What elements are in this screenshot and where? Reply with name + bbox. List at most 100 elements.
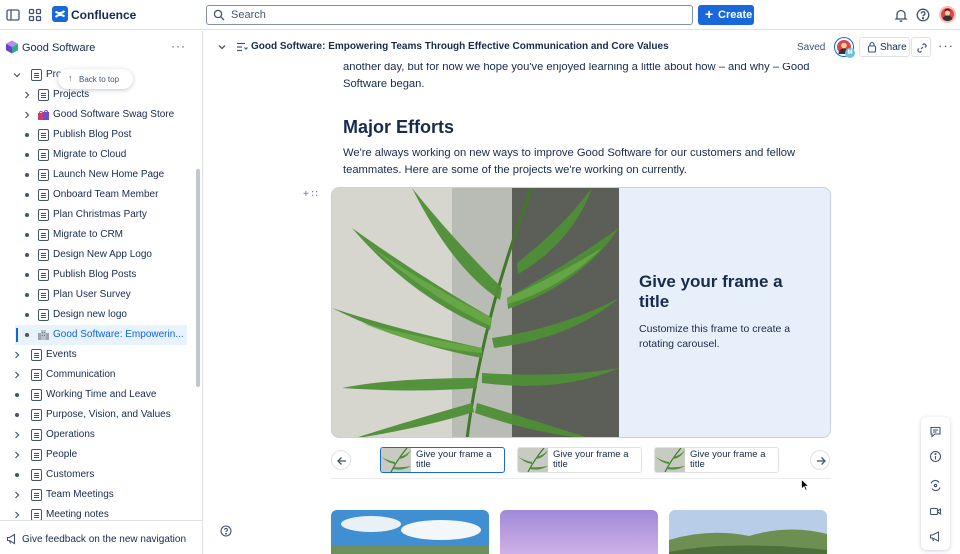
sidebar-item[interactable]: Launch New Home Page [0,165,195,185]
help-icon[interactable] [915,7,931,23]
bullet-icon [25,333,29,337]
bullet-icon [25,213,29,217]
page-icon [38,289,49,301]
carousel-next-button[interactable] [810,450,830,470]
confluence-logo-icon[interactable] [52,6,68,22]
coast-image-card[interactable] [331,510,489,554]
loop-icon[interactable] [929,479,942,492]
back-to-top-button[interactable]: ↑ Back to top [58,69,133,89]
sidebar-item[interactable]: Operations [0,425,195,445]
arrow-right-icon [817,457,826,465]
carousel-thumbnail[interactable]: Give your frame a title [380,447,505,473]
arrow-up-icon: ↑ [68,73,73,83]
sidebar-item[interactable]: Purpose, Vision, and Values [0,405,195,425]
sidebar-item-label: Plan User Survey [53,289,131,300]
sidebar-item[interactable]: People [0,445,195,465]
sidebar: Good Software ··· Pro Projects Good Softwa… [0,31,203,554]
search-input[interactable]: Search [206,5,693,25]
sidebar-item-label: Purpose, Vision, and Values [46,409,171,420]
sidebar-item-label: Onboard Team Member [53,189,159,200]
sidebar-item[interactable]: Communication [0,365,195,385]
sidebar-toggle-icon[interactable] [5,7,21,23]
thumbnail-image [655,448,685,472]
sidebar-item-label: Plan Christmas Party [53,209,147,220]
sidebar-item[interactable]: Publish Blog Posts [0,265,195,285]
page-icon [38,249,49,261]
sunset-image-card[interactable] [500,510,658,554]
space-more-options[interactable]: ··· [171,39,186,53]
sidebar-item-label: Events [46,349,77,360]
megaphone-icon[interactable] [929,530,942,543]
page-more-options[interactable]: ··· [938,38,954,53]
body-line-1: We're always working on new ways to impr… [343,147,796,159]
page-content: another day, but for now we hope you've … [204,63,960,554]
sidebar-item-label: Publish Blog Post [53,129,132,140]
sidebar-item[interactable]: Migrate to Cloud [0,145,195,165]
valley-image-card[interactable] [669,510,827,554]
user-avatar[interactable] [939,6,956,23]
sidebar-item[interactable]: Publish Blog Post [0,125,195,145]
video-icon[interactable] [929,505,942,518]
info-icon[interactable] [929,450,942,463]
page-icon [31,469,42,481]
sidebar-item[interactable]: Good Software: Empowerin... [15,325,187,345]
chevron-right-icon[interactable] [12,510,22,520]
page-icon [38,309,49,321]
chevron-down-icon[interactable] [217,42,227,52]
thumbnail-image [381,448,411,472]
app-switcher-icon[interactable] [27,7,43,23]
sidebar-item[interactable]: Design new logo [0,305,195,325]
share-button[interactable]: Share [859,37,910,57]
space-header[interactable]: Good Software ··· [0,31,202,63]
sidebar-item-label: Publish Blog Posts [53,269,137,280]
sidebar-item[interactable]: Plan User Survey [0,285,195,305]
arrow-left-icon [337,457,346,465]
app-name[interactable]: Confluence [71,8,136,22]
sidebar-item[interactable]: Design New App Logo [0,245,195,265]
chevron-right-icon[interactable] [22,110,32,120]
megaphone-icon [6,533,18,545]
carousel-thumbnail[interactable]: Give your frame a title [517,447,642,473]
chevron-right-icon[interactable] [12,490,22,500]
mouse-cursor-icon [801,479,809,491]
sidebar-item[interactable]: Team Meetings [0,485,195,505]
help-icon[interactable] [220,525,232,537]
sidebar-item[interactable]: Onboard Team Member [0,185,195,205]
page-icon [38,269,49,281]
page-title[interactable]: Good Software: Empowering Teams Through … [251,41,669,52]
bullet-icon [25,133,29,137]
frame-title[interactable]: Give your frame a title [639,272,809,312]
sidebar-item[interactable]: Events [0,345,195,365]
sidebar-item[interactable]: Migrate to CRM [0,225,195,245]
bell-icon[interactable] [893,7,909,23]
sidebar-item[interactable]: Good Software Swag Store [0,105,195,125]
create-button-label: Create [718,9,753,21]
carousel-thumbnail[interactable]: Give your frame a title [654,447,779,473]
section-heading: Major Efforts [343,117,455,137]
comment-icon[interactable] [929,425,942,438]
chevron-down-icon[interactable] [12,70,22,80]
sidebar-item[interactable]: Customers [0,465,195,485]
copy-link-button[interactable] [911,37,931,57]
feedback-link[interactable]: Give feedback on the new navigation [0,520,202,554]
chevron-right-icon[interactable] [12,350,22,360]
sidebar-item[interactable]: Working Time and Leave [0,385,195,405]
body-paragraph: We're always working on new ways to impr… [343,145,813,179]
chevron-right-icon[interactable] [12,370,22,380]
chevron-right-icon[interactable] [22,90,32,100]
sidebar-item-label: People [46,449,78,460]
carousel-frame[interactable]: Give your frame a title Customize this f… [331,187,831,438]
page-icon [38,229,49,241]
save-status: Saved [797,42,826,53]
chevron-right-icon[interactable] [12,430,22,440]
bullet-icon [25,313,29,317]
chevron-right-icon[interactable] [12,450,22,460]
page-icon [31,69,42,81]
frame-description[interactable]: Customize this frame to create a rotatin… [639,322,809,352]
sidebar-item-label: Design New App Logo [53,249,152,260]
carousel-prev-button[interactable] [331,450,351,470]
sidebar-scrollbar[interactable] [196,169,200,387]
block-drag-handle[interactable]: + ∷ [303,189,318,200]
create-button[interactable]: + Create [698,5,754,25]
sidebar-item[interactable]: Plan Christmas Party [0,205,195,225]
